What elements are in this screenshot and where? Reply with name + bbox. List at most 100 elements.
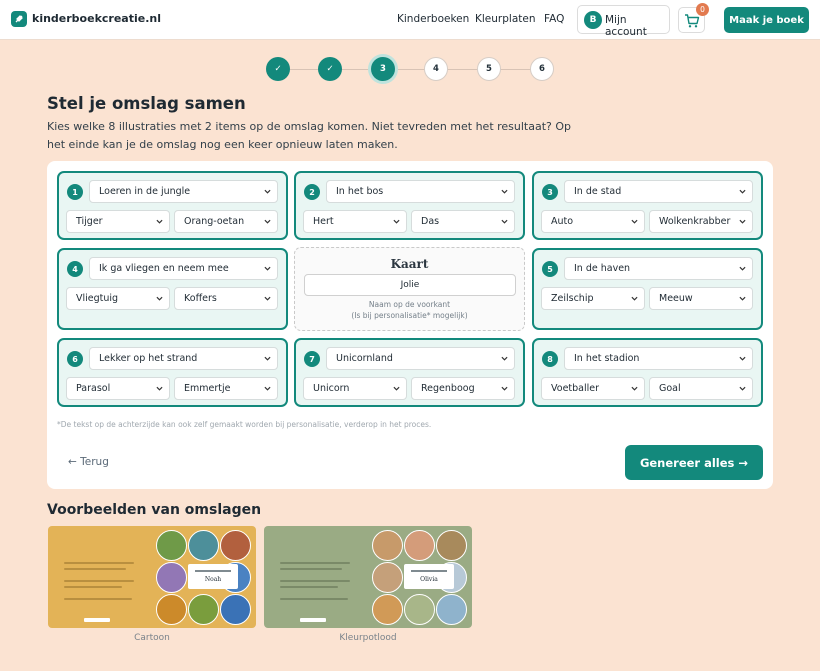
item2-select-value: Regenboog — [421, 383, 475, 394]
theme-select-value: In het bos — [336, 186, 384, 197]
item2-select-value: Wolkenkrabber — [659, 216, 731, 227]
item2-select[interactable]: Koffers — [174, 287, 278, 310]
cart-icon — [685, 14, 700, 28]
item1-select[interactable]: Hert — [303, 210, 407, 233]
illustration-card-6: 6 Lekker op het strand Parasol Emmertje — [57, 338, 288, 407]
item2-select[interactable]: Wolkenkrabber — [649, 210, 753, 233]
example-name-card: Noah — [188, 564, 238, 589]
generate-all-button[interactable]: Genereer alles → — [625, 445, 763, 480]
item1-select-value: Unicorn — [313, 383, 350, 394]
theme-select-value: In het stadion — [574, 353, 640, 364]
card-number: 4 — [67, 261, 83, 277]
avatar: B — [584, 11, 602, 29]
item2-select-value: Das — [421, 216, 440, 227]
examples-heading: Voorbeelden van omslagen — [47, 502, 262, 518]
intro-text: Kies welke 8 illustraties met 2 items op… — [47, 120, 572, 151]
illustration-card-8: 8 In het stadion Voetballer Goal — [532, 338, 763, 407]
item2-select-value: Koffers — [184, 293, 217, 304]
item2-select[interactable]: Das — [411, 210, 515, 233]
item1-select[interactable]: Tijger — [66, 210, 170, 233]
item1-select-value: Vliegtuig — [76, 293, 119, 304]
illustration-card-2: 2 In het bos Hert Das — [294, 171, 525, 240]
theme-select-value: Ik ga vliegen en neem mee — [99, 263, 229, 274]
item1-select-value: Parasol — [76, 383, 111, 394]
card-number: 8 — [542, 351, 558, 367]
theme-select-value: Unicornland — [336, 353, 393, 364]
brand-name[interactable]: kinderboekcreatie.nl — [32, 12, 161, 25]
back-button[interactable]: ← Terug — [68, 456, 109, 468]
account-button[interactable]: B Mijn account — [577, 5, 670, 38]
step-6: 6 — [530, 57, 554, 81]
name-card-note: (Is bij personalisatie* mogelijk) — [351, 311, 468, 320]
example-name: Noah — [204, 576, 222, 583]
item2-select-value: Emmertje — [184, 383, 231, 394]
item1-select-value: Zeilschip — [551, 293, 594, 304]
item1-select[interactable]: Zeilschip — [541, 287, 645, 310]
item1-select-value: Auto — [551, 216, 574, 227]
item2-select[interactable]: Goal — [649, 377, 753, 400]
item2-select-value: Meeuw — [659, 293, 693, 304]
card-number: 7 — [304, 351, 320, 367]
item1-select[interactable]: Parasol — [66, 377, 170, 400]
card-number: 6 — [67, 351, 83, 367]
example-caption-kleurpotlood: Kleurpotlood — [339, 633, 397, 643]
page-title: Stel je omslag samen — [47, 94, 246, 113]
example-cover-cartoon[interactable]: Noah — [48, 526, 256, 628]
theme-select[interactable]: In het stadion — [564, 347, 753, 370]
illustration-card-3: 3 In de stad Auto Wolkenkrabber — [532, 171, 763, 240]
item1-select-value: Hert — [313, 216, 334, 227]
theme-select-value: Loeren in de jungle — [99, 186, 191, 197]
cart-count-badge: 0 — [696, 3, 709, 16]
item1-select-value: Voetballer — [551, 383, 600, 394]
name-card-caption: Naam op de voorkant — [368, 300, 451, 309]
step-1[interactable]: ✓ — [266, 57, 290, 81]
theme-select[interactable]: Lekker op het strand — [89, 347, 278, 370]
item2-select[interactable]: Regenboog — [411, 377, 515, 400]
card-number: 5 — [542, 261, 558, 277]
footnote: *De tekst op de achterzijde kan ook zelf… — [57, 420, 432, 429]
item2-select-value: Goal — [659, 383, 681, 394]
cart-button[interactable]: 0 — [678, 3, 709, 33]
theme-select[interactable]: Ik ga vliegen en neem mee — [89, 257, 278, 280]
theme-select[interactable]: In de haven — [564, 257, 753, 280]
item1-select[interactable]: Voetballer — [541, 377, 645, 400]
theme-select-value: In de stad — [574, 186, 622, 197]
step-2[interactable]: ✓ — [318, 57, 342, 81]
item2-select[interactable]: Meeuw — [649, 287, 753, 310]
brand-logo-icon[interactable] — [11, 11, 27, 27]
illustration-card-7: 7 Unicornland Unicorn Regenboog — [294, 338, 525, 407]
theme-select[interactable]: In de stad — [564, 180, 753, 203]
illustration-card-1: 1 Loeren in de jungle Tijger Orang-oetan — [57, 171, 288, 240]
account-label: Mijn account — [605, 14, 647, 38]
nav-link-faq[interactable]: FAQ — [544, 13, 564, 25]
card-number: 2 — [304, 184, 320, 200]
name-input[interactable]: Jolie — [304, 274, 516, 296]
item2-select[interactable]: Emmertje — [174, 377, 278, 400]
top-navigation-bar: kinderboekcreatie.nl Kinderboeken Kleurp… — [0, 0, 820, 40]
example-cover-kleurpotlood[interactable]: Olivia — [264, 526, 472, 628]
example-name: Olivia — [420, 576, 438, 583]
item1-select[interactable]: Unicorn — [303, 377, 407, 400]
theme-select[interactable]: Unicornland — [326, 347, 515, 370]
name-card: Kaart Jolie Naam op de voorkant (Is bij … — [294, 247, 525, 331]
name-card-title: Kaart — [390, 257, 429, 271]
step-5: 5 — [477, 57, 501, 81]
card-number: 3 — [542, 184, 558, 200]
item2-select[interactable]: Orang-oetan — [174, 210, 278, 233]
theme-select[interactable]: In het bos — [326, 180, 515, 203]
card-number: 1 — [67, 184, 83, 200]
example-caption-cartoon: Cartoon — [134, 633, 170, 643]
theme-select[interactable]: Loeren in de jungle — [89, 180, 278, 203]
step-4: 4 — [424, 57, 448, 81]
make-book-button[interactable]: Maak je boek — [724, 7, 809, 33]
item1-select[interactable]: Vliegtuig — [66, 287, 170, 310]
item2-select-value: Orang-oetan — [184, 216, 245, 227]
illustration-card-5: 5 In de haven Zeilschip Meeuw — [532, 248, 763, 330]
theme-select-value: Lekker op het strand — [99, 353, 198, 364]
nav-link-kleurplaten[interactable]: Kleurplaten — [475, 13, 535, 25]
theme-select-value: In de haven — [574, 263, 631, 274]
step-3: 3 — [371, 57, 395, 81]
nav-link-kinderboeken[interactable]: Kinderboeken — [397, 13, 469, 25]
item1-select[interactable]: Auto — [541, 210, 645, 233]
illustration-card-4: 4 Ik ga vliegen en neem mee Vliegtuig Koffe… — [57, 248, 288, 330]
